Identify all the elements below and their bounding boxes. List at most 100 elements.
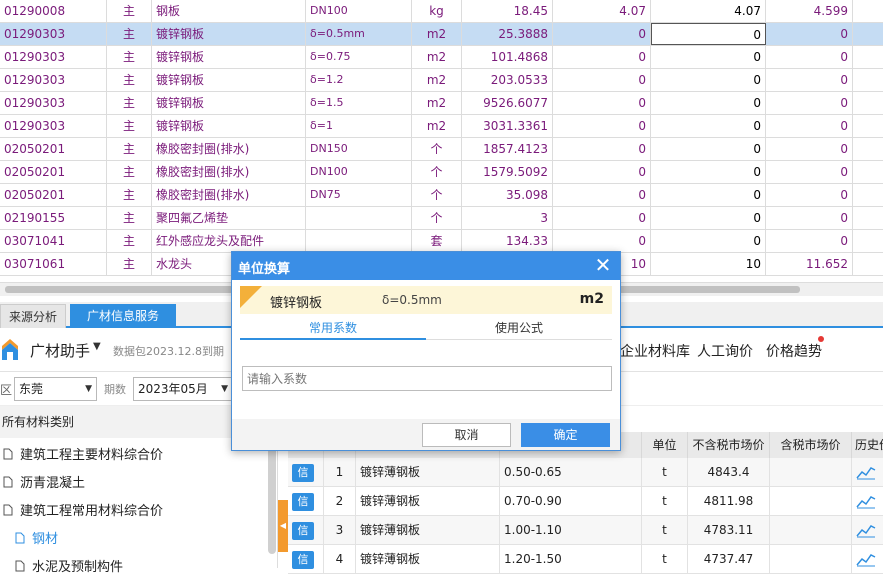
- grid-cell-c6[interactable]: 0: [553, 161, 651, 183]
- grid-cell-name[interactable]: 橡胶密封圈(排水): [152, 161, 306, 183]
- grid-cell-c7[interactable]: 0: [651, 184, 766, 206]
- assistant-title[interactable]: 广材助手: [30, 340, 90, 361]
- chevron-down-icon[interactable]: ▼: [93, 341, 101, 352]
- price-row-history[interactable]: [852, 458, 883, 486]
- trend-chart-icon[interactable]: [856, 522, 876, 538]
- grid-cell-c7[interactable]: 0: [651, 207, 766, 229]
- grid-cell-kind[interactable]: 主: [107, 46, 152, 68]
- grid-row[interactable]: 02050201 主橡胶密封圈(排水) DN75 个 35.098 0 0 0: [0, 184, 883, 207]
- grid-cell-code[interactable]: 01290303: [0, 23, 107, 45]
- grid-cell-c6[interactable]: 0: [553, 115, 651, 137]
- grid-cell-c7[interactable]: 0: [651, 23, 766, 45]
- col-header-unit[interactable]: 单位: [642, 432, 688, 458]
- grid-cell-spec[interactable]: [306, 207, 412, 229]
- grid-cell-code[interactable]: 01290008: [0, 0, 107, 22]
- grid-cell-c7[interactable]: 4.07: [651, 0, 766, 22]
- grid-cell-code[interactable]: 03071041: [0, 230, 107, 252]
- grid-cell-unit[interactable]: m2: [412, 115, 462, 137]
- price-row-history[interactable]: [852, 545, 883, 573]
- grid-cell-c7[interactable]: 0: [651, 230, 766, 252]
- grid-row[interactable]: 03071041 主红外感应龙头及配件套 134.33 0 0 0: [0, 230, 883, 253]
- grid-row[interactable]: 01290303 主镀锌钢板 δ=1.5 m2 9526.6077 0 0 0: [0, 92, 883, 115]
- grid-cell-name[interactable]: 聚四氟乙烯垫: [152, 207, 306, 229]
- tab-material-info-service[interactable]: 广材信息服务: [70, 304, 176, 328]
- grid-cell-qty[interactable]: 134.33: [462, 230, 553, 252]
- grid-cell-unit[interactable]: m2: [412, 46, 462, 68]
- grid-cell-qty[interactable]: 9526.6077: [462, 92, 553, 114]
- grid-cell-c8[interactable]: 0: [766, 230, 853, 252]
- grid-cell-spec[interactable]: δ=0.5mm: [306, 23, 412, 45]
- grid-row[interactable]: 01290303 主镀锌钢板 δ=1.2 m2 203.0533 0 0 0: [0, 69, 883, 92]
- grid-cell-spec[interactable]: δ=1: [306, 115, 412, 137]
- grid-cell-c8[interactable]: 11.652: [766, 253, 853, 275]
- price-row[interactable]: 信 3 镀锌薄钢板 1.00-1.10 t 4783.11: [288, 516, 883, 545]
- grid-cell-kind[interactable]: 主: [107, 23, 152, 45]
- grid-cell-unit[interactable]: 个: [412, 184, 462, 206]
- grid-cell-name[interactable]: 镀锌钢板: [152, 46, 306, 68]
- grid-cell-c7[interactable]: 0: [651, 69, 766, 91]
- grid-cell-code[interactable]: 02050201: [0, 138, 107, 160]
- col-header-history[interactable]: 历史价: [852, 432, 883, 458]
- grid-cell-spec[interactable]: δ=0.75: [306, 46, 412, 68]
- price-row-history[interactable]: [852, 487, 883, 515]
- grid-cell-c6[interactable]: 0: [553, 230, 651, 252]
- grid-cell-code[interactable]: 01290303: [0, 69, 107, 91]
- grid-cell-c6[interactable]: 4.07: [553, 0, 651, 22]
- grid-cell-c6[interactable]: 0: [553, 46, 651, 68]
- trend-chart-icon[interactable]: [856, 551, 876, 567]
- grid-cell-c6[interactable]: 0: [553, 23, 651, 45]
- grid-cell-kind[interactable]: 主: [107, 253, 152, 275]
- grid-cell-kind[interactable]: 主: [107, 115, 152, 137]
- grid-cell-spec[interactable]: DN150: [306, 138, 412, 160]
- grid-cell-unit[interactable]: 个: [412, 207, 462, 229]
- grid-cell-c8[interactable]: 0: [766, 138, 853, 160]
- grid-cell-kind[interactable]: 主: [107, 0, 152, 22]
- info-badge-cell[interactable]: 信: [288, 458, 324, 486]
- grid-cell-code[interactable]: 01290303: [0, 92, 107, 114]
- grid-cell-c8[interactable]: 0: [766, 23, 853, 45]
- grid-cell-name[interactable]: 钢板: [152, 0, 306, 22]
- grid-cell-c6[interactable]: 0: [553, 69, 651, 91]
- grid-cell-c6[interactable]: 0: [553, 92, 651, 114]
- grid-cell-spec[interactable]: DN75: [306, 184, 412, 206]
- grid-cell-c8[interactable]: 0: [766, 92, 853, 114]
- grid-cell-qty[interactable]: 18.45: [462, 0, 553, 22]
- grid-cell-name[interactable]: 镀锌钢板: [152, 23, 306, 45]
- period-select[interactable]: 2023年05月 ▼: [133, 377, 233, 401]
- grid-cell-c7[interactable]: 0: [651, 161, 766, 183]
- grid-cell-c6[interactable]: 0: [553, 207, 651, 229]
- grid-cell-spec[interactable]: DN100: [306, 0, 412, 22]
- grid-row[interactable]: 02050201 主橡胶密封圈(排水) DN100 个 1579.5092 0 0 0: [0, 161, 883, 184]
- confirm-button[interactable]: 确定: [521, 423, 610, 447]
- close-icon[interactable]: ✕: [592, 254, 614, 276]
- region-select[interactable]: 东莞 ▼: [14, 377, 97, 401]
- tree-scrollbar[interactable]: [268, 442, 276, 554]
- grid-cell-c7[interactable]: 0: [651, 115, 766, 137]
- info-badge-cell[interactable]: 信: [288, 545, 324, 573]
- nav-manual-inquiry[interactable]: 人工询价: [697, 341, 753, 361]
- tree-item[interactable]: 水泥及预制构件: [14, 554, 123, 582]
- grid-cell-unit[interactable]: kg: [412, 0, 462, 22]
- tree-item[interactable]: 建筑工程常用材料综合价: [2, 498, 163, 526]
- grid-cell-code[interactable]: 02050201: [0, 184, 107, 206]
- grid-cell-qty[interactable]: 1857.4123: [462, 138, 553, 160]
- grid-cell-c7[interactable]: 0: [651, 92, 766, 114]
- grid-cell-unit[interactable]: m2: [412, 69, 462, 91]
- info-badge-cell[interactable]: 信: [288, 516, 324, 544]
- grid-cell-c8[interactable]: 0: [766, 207, 853, 229]
- price-row[interactable]: 信 1 镀锌薄钢板 0.50-0.65 t 4843.4: [288, 458, 883, 487]
- price-row[interactable]: 信 4 镀锌薄钢板 1.20-1.50 t 4737.47: [288, 545, 883, 574]
- grid-cell-c7[interactable]: 0: [651, 46, 766, 68]
- info-badge[interactable]: 信: [292, 464, 314, 482]
- grid-cell-kind[interactable]: 主: [107, 161, 152, 183]
- grid-cell-name[interactable]: 橡胶密封圈(排水): [152, 138, 306, 160]
- grid-cell-name[interactable]: 红外感应龙头及配件: [152, 230, 306, 252]
- grid-cell-qty[interactable]: 3: [462, 207, 553, 229]
- grid-row[interactable]: 01290303 主镀锌钢板 δ=1 m2 3031.3361 0 0 0: [0, 115, 883, 138]
- grid-cell-c8[interactable]: 0: [766, 115, 853, 137]
- grid-cell-unit[interactable]: 套: [412, 230, 462, 252]
- nav-price-trend[interactable]: 价格趋势: [766, 341, 822, 361]
- col-header-ex-tax-price[interactable]: 不含税市场价: [688, 432, 770, 458]
- collapse-panel-handle[interactable]: ◀: [278, 500, 288, 552]
- grid-cell-qty[interactable]: 1579.5092: [462, 161, 553, 183]
